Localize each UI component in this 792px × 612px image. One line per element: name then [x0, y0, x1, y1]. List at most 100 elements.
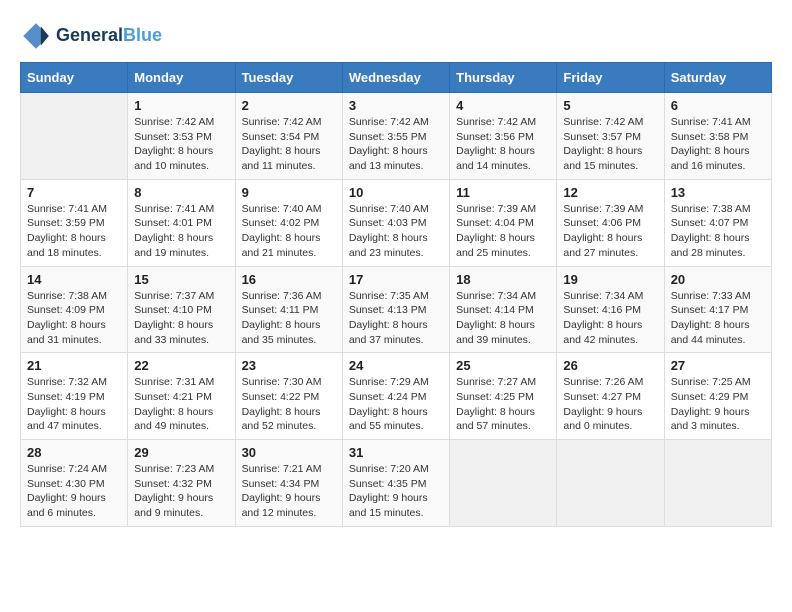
day-info: Sunrise: 7:31 AM Sunset: 4:21 PM Dayligh… — [134, 375, 228, 434]
day-info: Sunrise: 7:24 AM Sunset: 4:30 PM Dayligh… — [27, 462, 121, 521]
day-number: 30 — [242, 445, 336, 460]
calendar-cell: 5Sunrise: 7:42 AM Sunset: 3:57 PM Daylig… — [557, 93, 664, 180]
calendar-cell: 1 Sunrise: 7:42 AM Sunset: 3:53 PM Daylig… — [128, 93, 235, 180]
calendar-cell: 22 Sunrise: 7:31 AM Sunset: 4:21 PM Dayli… — [128, 353, 235, 440]
day-number: 28 — [27, 445, 121, 460]
calendar-cell: 29 Sunrise: 7:23 AM Sunset: 4:32 PM Dayli… — [128, 440, 235, 527]
calendar-cell: 6 Sunrise: 7:41 AM Sunset: 3:58 PM Daylig… — [664, 93, 771, 180]
col-header-friday: Friday — [557, 63, 664, 93]
calendar-cell: 3Sunrise: 7:42 AM Sunset: 3:55 PM Daylig… — [342, 93, 449, 180]
day-number: 27 — [671, 358, 765, 373]
calendar-table: SundayMondayTuesdayWednesdayThursdayFrid… — [20, 62, 772, 527]
day-number: 4 — [456, 98, 550, 113]
day-info: Sunrise: 7:32 AM Sunset: 4:19 PM Dayligh… — [27, 375, 121, 434]
calendar-cell: 9 Sunrise: 7:40 AM Sunset: 4:02 PM Daylig… — [235, 179, 342, 266]
day-info: Sunrise: 7:34 AM Sunset: 4:14 PM Dayligh… — [456, 289, 550, 348]
calendar-cell: 8 Sunrise: 7:41 AM Sunset: 4:01 PM Daylig… — [128, 179, 235, 266]
calendar-cell: 13 Sunrise: 7:38 AM Sunset: 4:07 PM Dayli… — [664, 179, 771, 266]
day-number: 26 — [563, 358, 657, 373]
col-header-tuesday: Tuesday — [235, 63, 342, 93]
day-number: 2 — [242, 98, 336, 113]
day-info: Sunrise: 7:42 AM Sunset: 3:54 PM Dayligh… — [242, 115, 336, 174]
calendar-cell: 20 Sunrise: 7:33 AM Sunset: 4:17 PM Dayli… — [664, 266, 771, 353]
day-info: Sunrise: 7:29 AM Sunset: 4:24 PM Dayligh… — [349, 375, 443, 434]
calendar-cell: 28 Sunrise: 7:24 AM Sunset: 4:30 PM Dayli… — [21, 440, 128, 527]
day-info: Sunrise: 7:41 AM Sunset: 4:01 PM Dayligh… — [134, 202, 228, 261]
day-number: 12 — [563, 185, 657, 200]
calendar-header: SundayMondayTuesdayWednesdayThursdayFrid… — [21, 63, 772, 93]
day-number: 25 — [456, 358, 550, 373]
calendar-cell: 10 Sunrise: 7:40 AM Sunset: 4:03 PM Dayli… — [342, 179, 449, 266]
calendar-cell: 25Sunrise: 7:27 AM Sunset: 4:25 PM Dayli… — [450, 353, 557, 440]
day-info: Sunrise: 7:34 AM Sunset: 4:16 PM Dayligh… — [563, 289, 657, 348]
day-info: Sunrise: 7:23 AM Sunset: 4:32 PM Dayligh… — [134, 462, 228, 521]
calendar-cell: 23 Sunrise: 7:30 AM Sunset: 4:22 PM Dayli… — [235, 353, 342, 440]
calendar-cell: 27Sunrise: 7:25 AM Sunset: 4:29 PM Dayli… — [664, 353, 771, 440]
day-info: Sunrise: 7:38 AM Sunset: 4:09 PM Dayligh… — [27, 289, 121, 348]
day-number: 19 — [563, 272, 657, 287]
calendar-cell — [450, 440, 557, 527]
day-number: 6 — [671, 98, 765, 113]
day-info: Sunrise: 7:20 AM Sunset: 4:35 PM Dayligh… — [349, 462, 443, 521]
day-info: Sunrise: 7:21 AM Sunset: 4:34 PM Dayligh… — [242, 462, 336, 521]
day-number: 11 — [456, 185, 550, 200]
day-info: Sunrise: 7:40 AM Sunset: 4:03 PM Dayligh… — [349, 202, 443, 261]
day-number: 1 — [134, 98, 228, 113]
calendar-cell — [21, 93, 128, 180]
day-info: Sunrise: 7:41 AM Sunset: 3:59 PM Dayligh… — [27, 202, 121, 261]
calendar-cell — [664, 440, 771, 527]
week-row: 21 Sunrise: 7:32 AM Sunset: 4:19 PM Dayli… — [21, 353, 772, 440]
day-info: Sunrise: 7:40 AM Sunset: 4:02 PM Dayligh… — [242, 202, 336, 261]
calendar-cell: 31 Sunrise: 7:20 AM Sunset: 4:35 PM Dayli… — [342, 440, 449, 527]
day-info: Sunrise: 7:42 AM Sunset: 3:53 PM Dayligh… — [134, 115, 228, 174]
day-number: 3 — [349, 98, 443, 113]
day-info: Sunrise: 7:33 AM Sunset: 4:17 PM Dayligh… — [671, 289, 765, 348]
day-number: 21 — [27, 358, 121, 373]
day-number: 17 — [349, 272, 443, 287]
day-info: Sunrise: 7:39 AM Sunset: 4:04 PM Dayligh… — [456, 202, 550, 261]
day-number: 10 — [349, 185, 443, 200]
day-info: Sunrise: 7:26 AM Sunset: 4:27 PM Dayligh… — [563, 375, 657, 434]
day-number: 15 — [134, 272, 228, 287]
col-header-monday: Monday — [128, 63, 235, 93]
day-number: 20 — [671, 272, 765, 287]
logo-icon — [20, 20, 52, 52]
day-number: 14 — [27, 272, 121, 287]
day-info: Sunrise: 7:30 AM Sunset: 4:22 PM Dayligh… — [242, 375, 336, 434]
calendar-cell: 7 Sunrise: 7:41 AM Sunset: 3:59 PM Daylig… — [21, 179, 128, 266]
day-info: Sunrise: 7:36 AM Sunset: 4:11 PM Dayligh… — [242, 289, 336, 348]
calendar-cell: 16 Sunrise: 7:36 AM Sunset: 4:11 PM Dayli… — [235, 266, 342, 353]
calendar-cell: 11 Sunrise: 7:39 AM Sunset: 4:04 PM Dayli… — [450, 179, 557, 266]
calendar-cell: 18 Sunrise: 7:34 AM Sunset: 4:14 PM Dayli… — [450, 266, 557, 353]
calendar-cell: 21 Sunrise: 7:32 AM Sunset: 4:19 PM Dayli… — [21, 353, 128, 440]
calendar-cell — [557, 440, 664, 527]
week-row: 28 Sunrise: 7:24 AM Sunset: 4:30 PM Dayli… — [21, 440, 772, 527]
day-info: Sunrise: 7:41 AM Sunset: 3:58 PM Dayligh… — [671, 115, 765, 174]
col-header-saturday: Saturday — [664, 63, 771, 93]
day-number: 7 — [27, 185, 121, 200]
col-header-wednesday: Wednesday — [342, 63, 449, 93]
day-number: 29 — [134, 445, 228, 460]
day-info: Sunrise: 7:39 AM Sunset: 4:06 PM Dayligh… — [563, 202, 657, 261]
day-number: 18 — [456, 272, 550, 287]
page-header: GeneralBlue — [20, 20, 772, 52]
day-number: 16 — [242, 272, 336, 287]
day-info: Sunrise: 7:42 AM Sunset: 3:57 PM Dayligh… — [563, 115, 657, 174]
logo: GeneralBlue — [20, 20, 162, 52]
day-number: 23 — [242, 358, 336, 373]
day-number: 31 — [349, 445, 443, 460]
logo-text: GeneralBlue — [56, 26, 162, 46]
day-number: 9 — [242, 185, 336, 200]
week-row: 1 Sunrise: 7:42 AM Sunset: 3:53 PM Daylig… — [21, 93, 772, 180]
calendar-cell: 2 Sunrise: 7:42 AM Sunset: 3:54 PM Daylig… — [235, 93, 342, 180]
calendar-cell: 24 Sunrise: 7:29 AM Sunset: 4:24 PM Dayli… — [342, 353, 449, 440]
calendar-cell: 15Sunrise: 7:37 AM Sunset: 4:10 PM Dayli… — [128, 266, 235, 353]
day-number: 8 — [134, 185, 228, 200]
day-info: Sunrise: 7:38 AM Sunset: 4:07 PM Dayligh… — [671, 202, 765, 261]
day-number: 13 — [671, 185, 765, 200]
day-number: 24 — [349, 358, 443, 373]
calendar-cell: 17 Sunrise: 7:35 AM Sunset: 4:13 PM Dayli… — [342, 266, 449, 353]
day-number: 22 — [134, 358, 228, 373]
day-info: Sunrise: 7:35 AM Sunset: 4:13 PM Dayligh… — [349, 289, 443, 348]
calendar-cell: 26 Sunrise: 7:26 AM Sunset: 4:27 PM Dayli… — [557, 353, 664, 440]
